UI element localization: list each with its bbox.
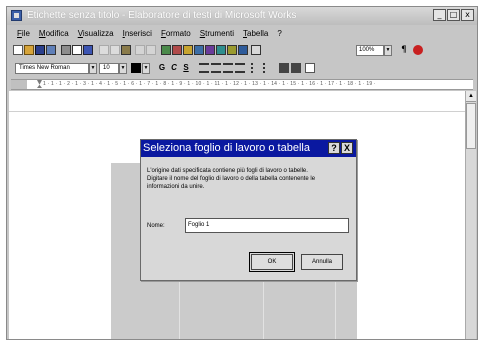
- menu-help[interactable]: ?: [277, 29, 281, 38]
- save-icon[interactable]: [35, 45, 45, 55]
- dialog-message-line: informazioni da unire.: [147, 184, 205, 190]
- justify-icon[interactable]: [235, 63, 245, 73]
- dialog-message-line: Digitare il nome del foglio di lavoro o …: [147, 176, 316, 182]
- dialog-title: Seleziona foglio di lavoro o tabella: [141, 140, 356, 157]
- page-top-line: [9, 111, 466, 112]
- address-icon[interactable]: [238, 45, 248, 55]
- restore-button[interactable]: □: [447, 9, 460, 21]
- font-name-select[interactable]: Times New Roman: [15, 63, 89, 74]
- window-controls: _ □ x: [433, 9, 474, 21]
- spell-check-icon[interactable]: [83, 45, 93, 55]
- borders-icon[interactable]: [305, 63, 315, 73]
- bullets-icon[interactable]: [251, 63, 261, 73]
- insert-picture-icon[interactable]: [194, 45, 204, 55]
- paste-icon[interactable]: [121, 45, 131, 55]
- scroll-up-arrow-icon[interactable]: ▲: [466, 91, 476, 102]
- insert-spreadsheet-icon[interactable]: [216, 45, 226, 55]
- menu-bar: File Modifica Visualizza Inserisci Forma…: [7, 26, 477, 41]
- font-color-dropdown-arrow-icon[interactable]: ▼: [142, 63, 150, 74]
- dialog-close-button[interactable]: X: [341, 142, 353, 154]
- insert-drawing-icon[interactable]: [205, 45, 215, 55]
- indent-marker-icon[interactable]: [37, 80, 42, 88]
- menu-strumenti[interactable]: Strumenti: [200, 29, 234, 38]
- menu-file[interactable]: File: [17, 29, 30, 38]
- vertical-scrollbar[interactable]: ▲: [465, 91, 476, 339]
- standard-toolbar: 100% ▼ ¶: [11, 43, 473, 59]
- menu-formato[interactable]: Formato: [161, 29, 191, 38]
- window-title: Etichette senza titolo - Elaboratore di …: [27, 10, 297, 21]
- close-button[interactable]: x: [461, 9, 474, 21]
- select-sheet-dialog: Seleziona foglio di lavoro o tabella ? X…: [140, 139, 357, 281]
- open-folder-icon[interactable]: [24, 45, 34, 55]
- zoom-select[interactable]: 100%: [356, 45, 384, 56]
- ok-button[interactable]: OK: [249, 252, 295, 272]
- menu-visualizza[interactable]: Visualizza: [78, 29, 114, 38]
- new-document-icon[interactable]: [13, 45, 23, 55]
- font-size-dropdown-arrow-icon[interactable]: ▼: [119, 63, 127, 74]
- align-center-icon[interactable]: [211, 63, 221, 73]
- dialog-message: L'origine dati specificata contiene più …: [147, 167, 351, 191]
- insert-chart-icon[interactable]: [172, 45, 182, 55]
- title-bar: Etichette senza titolo - Elaboratore di …: [7, 7, 477, 25]
- font-size-select[interactable]: 10: [99, 63, 119, 74]
- insert-clipart-icon[interactable]: [183, 45, 193, 55]
- print-icon[interactable]: [61, 45, 71, 55]
- dialog-help-button[interactable]: ?: [328, 142, 340, 154]
- format-painter-icon[interactable]: [227, 45, 237, 55]
- italic-button[interactable]: C: [169, 63, 179, 73]
- align-right-icon[interactable]: [223, 63, 233, 73]
- increase-indent-icon[interactable]: [291, 63, 301, 73]
- works-app-icon[interactable]: [11, 10, 22, 21]
- bold-button[interactable]: G: [157, 63, 167, 73]
- font-color-icon[interactable]: [131, 63, 141, 73]
- name-label: Nome:: [147, 223, 165, 229]
- name-input[interactable]: Foglio 1: [185, 218, 349, 233]
- redo-icon[interactable]: [146, 45, 156, 55]
- menu-inserisci[interactable]: Inserisci: [123, 29, 152, 38]
- insert-table-icon[interactable]: [161, 45, 171, 55]
- help-icon[interactable]: [413, 45, 423, 55]
- font-name-dropdown-arrow-icon[interactable]: ▼: [89, 63, 97, 74]
- ruler-ticks: 1 · 1 · 1 · 2 · 1 · 3 · 1 · 4 · 1 · 5 · …: [43, 81, 376, 87]
- cut-icon[interactable]: [99, 45, 109, 55]
- minimize-button[interactable]: _: [433, 9, 446, 21]
- pilcrow-icon[interactable]: ¶: [399, 45, 409, 55]
- copy-icon[interactable]: [110, 45, 120, 55]
- decrease-indent-icon[interactable]: [279, 63, 289, 73]
- scroll-thumb[interactable]: [466, 103, 476, 149]
- undo-icon[interactable]: [135, 45, 145, 55]
- zoom-dropdown-arrow-icon[interactable]: ▼: [384, 45, 392, 56]
- dialog-message-line: L'origine dati specificata contiene più …: [147, 168, 308, 174]
- cancel-button[interactable]: Annulla: [301, 254, 343, 270]
- underline-button[interactable]: S: [181, 63, 191, 73]
- print-preview-icon[interactable]: [72, 45, 82, 55]
- ruler-margin-area: [11, 80, 27, 89]
- numbering-icon[interactable]: [263, 63, 273, 73]
- menu-tabella[interactable]: Tabella: [243, 29, 268, 38]
- address-book-icon[interactable]: [46, 45, 56, 55]
- horizontal-ruler[interactable]: 1 · 1 · 1 · 2 · 1 · 3 · 1 · 4 · 1 · 5 · …: [11, 79, 473, 90]
- formatting-toolbar: Times New Roman ▼ 10 ▼ ▼ G C S: [11, 61, 473, 77]
- columns-icon[interactable]: [251, 45, 261, 55]
- align-left-icon[interactable]: [199, 63, 209, 73]
- menu-modifica[interactable]: Modifica: [39, 29, 69, 38]
